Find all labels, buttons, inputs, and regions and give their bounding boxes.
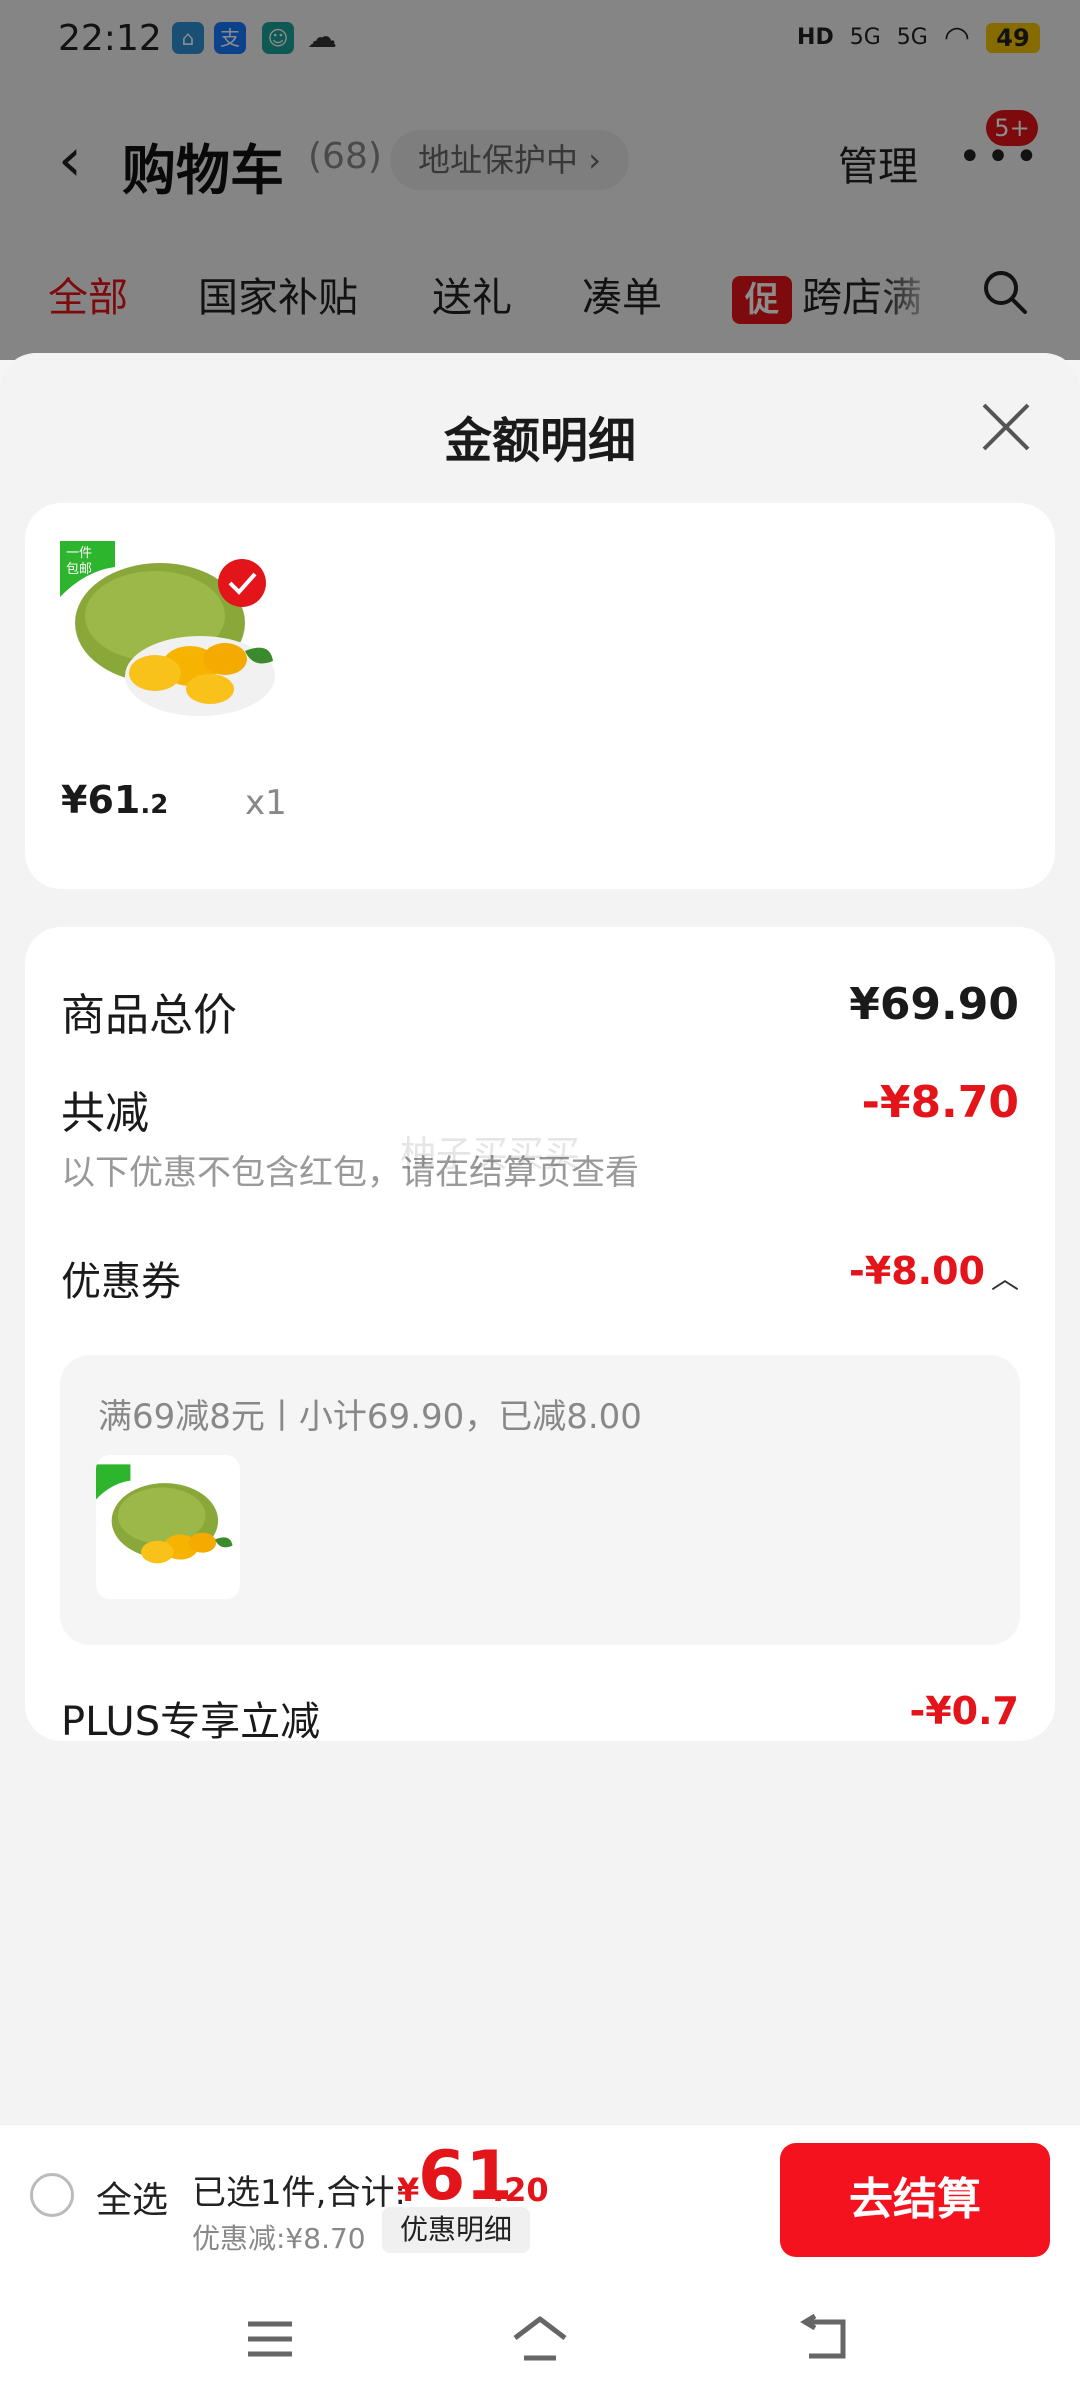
total-label: 商品总价 bbox=[61, 990, 237, 1041]
plus-value: -¥0.7 bbox=[909, 1689, 1019, 1733]
svg-text:一件: 一件 bbox=[66, 546, 92, 561]
discount-detail-button[interactable]: 优惠明细 bbox=[382, 2207, 531, 2253]
plus-label: PLUS专享立减 bbox=[61, 1699, 321, 1745]
product-card: 一件 包邮 ¥61.2 x1 bbox=[25, 503, 1055, 889]
coupon-product-thumbnail bbox=[96, 1455, 240, 1599]
price-summary-card: 商品总价 ¥69.90 共减 -¥8.70 以下优惠不包含红包，请在结算页查看 … bbox=[25, 927, 1055, 1745]
total-yen: ¥ bbox=[397, 2171, 420, 2209]
select-all-radio[interactable] bbox=[30, 2173, 74, 2217]
total-dec: .20 bbox=[492, 2171, 549, 2209]
jackfruit-image: 一件 包邮 bbox=[60, 541, 275, 716]
chevron-up-icon[interactable]: ︿ bbox=[991, 1257, 1019, 1297]
coupon-value[interactable]: -¥8.00 bbox=[849, 1249, 985, 1293]
coupon-detail-text: 满69减8元丨小计69.90，已减8.00 bbox=[98, 1397, 642, 1437]
sheet-title: 金额明细 bbox=[443, 413, 636, 469]
coupon-detail-box: 满69减8元丨小计69.90，已减8.00 bbox=[60, 1355, 1020, 1645]
product-price-dec: .2 bbox=[140, 790, 169, 820]
reduce-value: -¥8.70 bbox=[861, 1077, 1019, 1128]
product-qty: x1 bbox=[245, 783, 287, 823]
total-value: ¥69.90 bbox=[849, 979, 1019, 1030]
jackfruit-thumb-icon bbox=[96, 1464, 233, 1564]
back-nav-icon[interactable] bbox=[795, 2314, 855, 2364]
select-all-label[interactable]: 全选 bbox=[96, 2171, 168, 2223]
coupon-label[interactable]: 优惠券 bbox=[61, 1249, 181, 1307]
svg-text:包邮: 包邮 bbox=[66, 562, 92, 577]
menu-icon[interactable] bbox=[240, 2314, 300, 2364]
product-price-int: ¥61 bbox=[61, 778, 141, 822]
checkout-button[interactable]: 去结算 bbox=[780, 2143, 1050, 2257]
amount-detail-sheet: 金额明细 一件 包邮 ¥61.2 x1 商品总价 ¥69.90 共减 -¥8.7… bbox=[0, 353, 1080, 2273]
system-nav-bar bbox=[0, 2274, 1080, 2400]
reduce-label: 共减 bbox=[61, 1088, 149, 1139]
checkout-bar: 全选 已选1件,合计: ¥ 61 .20 优惠减:¥8.70 优惠明细 去结算 bbox=[0, 2124, 1080, 2275]
home-icon[interactable] bbox=[510, 2314, 570, 2364]
selected-summary: 已选1件,合计: bbox=[192, 2173, 406, 2213]
product-price: ¥61.2 bbox=[61, 778, 168, 822]
watermark-text: 柚子买买买 bbox=[400, 1134, 581, 1175]
close-icon[interactable] bbox=[978, 399, 1034, 455]
dim-overlay[interactable] bbox=[0, 0, 1080, 360]
discount-summary: 优惠减:¥8.70 bbox=[192, 2222, 366, 2255]
